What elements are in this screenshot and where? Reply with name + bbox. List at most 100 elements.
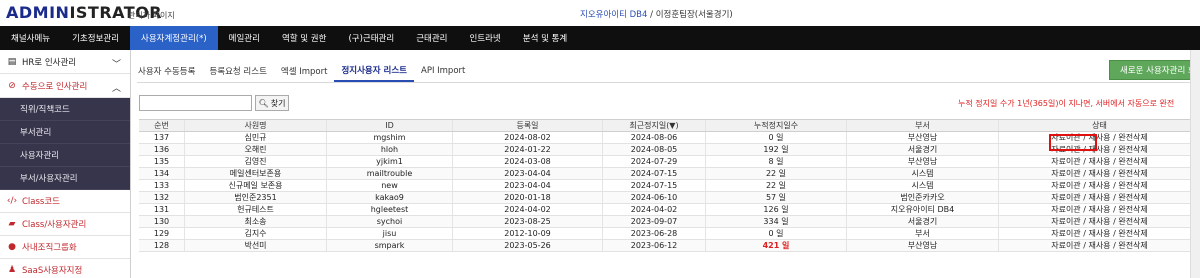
sidebar-sub-user[interactable]: 사용자관리: [0, 144, 130, 167]
transfer-link[interactable]: 자료이관: [1051, 241, 1080, 250]
reuse-link[interactable]: 재사용: [1088, 145, 1110, 154]
column-header[interactable]: 등록일: [453, 120, 603, 131]
nav-item-3[interactable]: 메일관리: [218, 26, 271, 50]
sidebar-sub-position[interactable]: 직위/직책코드: [0, 98, 130, 121]
table-cell: 2023-08-25: [453, 216, 603, 227]
sidebar-item-class-code[interactable]: ‹/› Class코드: [0, 190, 130, 213]
search-button[interactable]: 🔍︎ 찾기: [255, 95, 289, 111]
table-cell: 범인준카카오: [847, 192, 999, 203]
column-header[interactable]: 부서: [847, 120, 999, 131]
search-input[interactable]: [139, 95, 252, 111]
reuse-link[interactable]: 재사용: [1088, 229, 1110, 238]
table-cell: 128: [139, 240, 185, 251]
nav-item-7[interactable]: 인트라넷: [458, 26, 511, 50]
reuse-link[interactable]: 재사용: [1088, 193, 1110, 202]
delete-link[interactable]: 완전삭제: [1118, 193, 1147, 202]
table-cell: 지오유아이티 DB4: [847, 204, 999, 215]
sidebar-item-hr[interactable]: ▤ HR로 인사관리 ﹀: [0, 50, 130, 74]
sidebar-item-class-user[interactable]: ▰ Class/사용자관리: [0, 213, 130, 236]
transfer-link[interactable]: 자료이관: [1051, 133, 1080, 142]
sidebar-item-org-group[interactable]: ● 사내조직그룹화: [0, 236, 130, 259]
delete-link[interactable]: 완전삭제: [1118, 229, 1147, 238]
table-cell: 헌규테스트: [185, 204, 327, 215]
table-cell: 129: [139, 228, 185, 239]
nav-item-8[interactable]: 분석 및 통계: [512, 26, 579, 50]
delete-link[interactable]: 완전삭제: [1118, 241, 1147, 250]
table-cell: 136: [139, 144, 185, 155]
tab-suspended-users[interactable]: 정지사용자 리스트: [334, 60, 414, 82]
table-cell: 범인준2351: [185, 192, 327, 203]
delete-link[interactable]: 완전삭제: [1118, 205, 1147, 214]
delete-link[interactable]: 완전삭제: [1118, 133, 1147, 142]
reuse-link[interactable]: 재사용: [1088, 169, 1110, 178]
delete-link[interactable]: 완전삭제: [1118, 181, 1147, 190]
transfer-link[interactable]: 자료이관: [1051, 205, 1080, 214]
chevron-down-icon[interactable]: ﹀: [112, 57, 121, 70]
tab-manual-register[interactable]: 사용자 수동등록: [131, 60, 202, 82]
reuse-link[interactable]: 재사용: [1088, 217, 1110, 226]
column-header[interactable]: 사원명: [185, 120, 327, 131]
app-header: ADMINISTRATOR 관리자 페이지 지오유아이티 DB4 / 이정훈팀장…: [0, 0, 1200, 26]
nav-item-2[interactable]: 사용자계정관리(*): [130, 26, 218, 50]
transfer-link[interactable]: 자료이관: [1051, 193, 1080, 202]
table-cell: 2024-07-29: [603, 156, 706, 167]
table-cell: 8 일: [706, 156, 847, 167]
tab-excel-import[interactable]: 엑셀 Import: [274, 60, 335, 82]
nav-item-1[interactable]: 기초정보관리: [61, 26, 130, 50]
column-header[interactable]: 상태: [999, 120, 1200, 131]
reuse-link[interactable]: 재사용: [1088, 181, 1110, 190]
delete-link[interactable]: 완전삭제: [1118, 157, 1147, 166]
table-cell: 부산영남: [847, 156, 999, 167]
nav-item-0[interactable]: 채널사메뉴: [0, 26, 61, 50]
table-cell: 2024-04-02: [603, 204, 706, 215]
people-icon: ⊘: [8, 80, 16, 91]
column-header[interactable]: 최근정지일(▼): [603, 120, 706, 131]
document-icon: ▤: [7, 56, 17, 67]
transfer-link[interactable]: 자료이관: [1051, 157, 1080, 166]
tab-api-import[interactable]: API Import: [414, 60, 472, 82]
table-cell: 2024-08-06: [603, 132, 706, 143]
sidebar-sub-dept-user[interactable]: 부서/사용자관리: [0, 167, 130, 190]
reuse-link[interactable]: 재사용: [1088, 241, 1110, 250]
tab-request-list[interactable]: 등록요청 리스트: [202, 60, 273, 82]
table-cell: 2020-01-18: [453, 192, 603, 203]
table-cell: smpark: [327, 240, 453, 251]
transfer-link[interactable]: 자료이관: [1051, 169, 1080, 178]
transfer-link[interactable]: 자료이관: [1051, 229, 1080, 238]
transfer-link[interactable]: 자료이관: [1051, 181, 1080, 190]
reuse-link[interactable]: 재사용: [1088, 133, 1110, 142]
sidebar-item-saas[interactable]: ♟ SaaS사용자지정: [0, 259, 130, 278]
column-header[interactable]: 순번: [139, 120, 185, 131]
table-cell: 57 일: [706, 192, 847, 203]
delete-link[interactable]: 완전삭제: [1118, 217, 1147, 226]
table-cell: hloh: [327, 144, 453, 155]
group-icon: ●: [8, 242, 16, 252]
transfer-link[interactable]: 자료이관: [1051, 217, 1080, 226]
reuse-link[interactable]: 재사용: [1088, 205, 1110, 214]
column-header[interactable]: 누적정지일수: [706, 120, 847, 131]
table-cell: 서울경기: [847, 216, 999, 227]
nav-item-6[interactable]: 근태관리: [405, 26, 458, 50]
delete-link[interactable]: 완전삭제: [1118, 145, 1147, 154]
new-user-screen-button[interactable]: 새로운 사용자관리 화면: [1109, 60, 1200, 80]
table-cell: 2023-04-04: [453, 180, 603, 191]
sidebar-item-manual[interactable]: ⊘ 수동으로 인사관리 ︿: [0, 74, 130, 98]
sidebar-sub-dept[interactable]: 부서관리: [0, 121, 130, 144]
reuse-link[interactable]: 재사용: [1088, 157, 1110, 166]
delete-link[interactable]: 완전삭제: [1118, 169, 1147, 178]
table-cell: 메일센터보존용: [185, 168, 327, 179]
code-icon: ‹/›: [6, 196, 18, 206]
sidebar: ▤ HR로 인사관리 ﹀ ⊘ 수동으로 인사관리 ︿ 직위/직책코드 부서관리 …: [0, 50, 131, 278]
column-header[interactable]: ID: [327, 120, 453, 131]
search-icon: 🔍︎: [258, 98, 269, 108]
company-name[interactable]: 지오유아이티 DB4: [580, 10, 647, 20]
nav-item-5[interactable]: (구)근태관리: [337, 26, 405, 50]
chevron-up-icon[interactable]: ︿: [112, 81, 121, 94]
table-cell: 2024-04-02: [453, 204, 603, 215]
nav-item-4[interactable]: 역할 및 권한: [271, 26, 338, 50]
table-cell: 오해린: [185, 144, 327, 155]
table-cell: mgshim: [327, 132, 453, 143]
vertical-scrollbar[interactable]: [1190, 50, 1200, 278]
transfer-link[interactable]: 자료이관: [1051, 145, 1080, 154]
table-cell: hgleetest: [327, 204, 453, 215]
